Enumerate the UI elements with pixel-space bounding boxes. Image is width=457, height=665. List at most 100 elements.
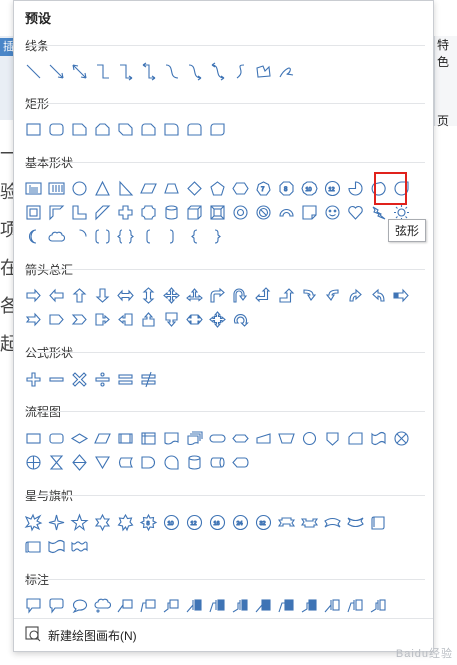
shape-pie-icon[interactable] xyxy=(345,178,365,198)
shape-star-7-point-icon[interactable] xyxy=(115,512,135,532)
shape-line-callout-1-accent-bar-icon[interactable] xyxy=(184,595,204,615)
shape-striped-right-arrow-icon[interactable] xyxy=(391,285,411,305)
shape-left-right-arrow-icon[interactable] xyxy=(115,285,135,305)
shape-arc-icon[interactable] xyxy=(69,226,89,246)
shape-snip-same-side-rectangle-icon[interactable] xyxy=(92,119,112,139)
shape-bevel-icon[interactable] xyxy=(207,202,227,222)
shape-double-brace-icon[interactable] xyxy=(115,226,135,246)
shape-curved-up-arrow-icon[interactable] xyxy=(345,285,365,305)
shape-rectangle-icon[interactable] xyxy=(23,119,43,139)
shape-flowchart-summing-junction-icon[interactable] xyxy=(391,428,411,448)
shape-left-arrow-callout-icon[interactable] xyxy=(115,309,135,329)
shape-triangle-icon[interactable] xyxy=(92,178,112,198)
shape-flowchart-extract-icon[interactable] xyxy=(92,452,112,472)
shape-smiley-face-icon[interactable] xyxy=(322,202,342,222)
shape-right-arrow-callout-icon[interactable] xyxy=(92,309,112,329)
shape-left-bracket-icon[interactable] xyxy=(138,226,158,246)
shape-plus-icon[interactable] xyxy=(23,369,43,389)
shape-explosion-1-icon[interactable] xyxy=(23,512,43,532)
shape-flowchart-sequential-access-storage-icon[interactable] xyxy=(161,452,181,472)
shape-left-brace-icon[interactable] xyxy=(184,226,204,246)
shape-flowchart-or-icon[interactable] xyxy=(23,452,43,472)
shape-horizontal-scroll-icon[interactable] xyxy=(23,536,43,556)
shape-right-triangle-icon[interactable] xyxy=(115,178,135,198)
shape-ribbon-up-icon[interactable] xyxy=(276,512,296,532)
shape-notched-right-arrow-icon[interactable] xyxy=(23,309,43,329)
shape-cube-icon[interactable] xyxy=(184,202,204,222)
shape-line-callout-1-no-border-icon[interactable] xyxy=(253,595,273,615)
shape-vertical-text-box-icon[interactable] xyxy=(46,178,66,198)
shape-trapezoid-icon[interactable] xyxy=(161,178,181,198)
shape-flowchart-off-page-connector-icon[interactable] xyxy=(322,428,342,448)
shape-star-24-point-icon[interactable]: 24 xyxy=(230,512,250,532)
shape-folded-corner-icon[interactable] xyxy=(299,202,319,222)
shape-flowchart-connector-icon[interactable] xyxy=(299,428,319,448)
shape-frame-icon[interactable] xyxy=(23,202,43,222)
shape-star-12-point-icon[interactable]: 12 xyxy=(184,512,204,532)
shape-flowchart-sort-icon[interactable] xyxy=(69,452,89,472)
shape-left-right-up-arrow-icon[interactable] xyxy=(184,285,204,305)
shape-flowchart-delay-icon[interactable] xyxy=(138,452,158,472)
shape-plaque-icon[interactable] xyxy=(138,202,158,222)
shape-arrow-line-icon[interactable] xyxy=(46,61,66,81)
shape-line-callout-3-border-accent-icon[interactable] xyxy=(368,595,388,615)
shape-rounded-rectangle-icon[interactable] xyxy=(46,119,66,139)
shape-flowchart-manual-input-icon[interactable] xyxy=(253,428,273,448)
shape-curved-arrow-connector-icon[interactable] xyxy=(184,61,204,81)
shape-round-single-corner-rectangle-icon[interactable] xyxy=(161,119,181,139)
shape-snip-diagonal-rectangle-icon[interactable] xyxy=(115,119,135,139)
shape-curved-double-arrow-connector-icon[interactable] xyxy=(207,61,227,81)
shape-up-arrow-callout-icon[interactable] xyxy=(138,309,158,329)
shape-ribbon-down-icon[interactable] xyxy=(299,512,319,532)
shape-flowchart-direct-access-storage-icon[interactable] xyxy=(207,452,227,472)
shape-cloud-callout-icon[interactable] xyxy=(92,595,112,615)
shape-multiply-icon[interactable] xyxy=(69,369,89,389)
shape-flowchart-internal-storage-icon[interactable] xyxy=(138,428,158,448)
shape-pentagon-arrow-icon[interactable] xyxy=(46,309,66,329)
shape-curved-connector-icon[interactable] xyxy=(161,61,181,81)
shape-line-callout-2-accent-bar-icon[interactable] xyxy=(207,595,227,615)
shape-rounded-rectangular-callout-icon[interactable] xyxy=(46,595,66,615)
shape-diamond-icon[interactable] xyxy=(184,178,204,198)
shape-flowchart-process-icon[interactable] xyxy=(23,428,43,448)
shape-line-callout-3-no-border-icon[interactable] xyxy=(299,595,319,615)
shape-round-diagonal-rectangle-icon[interactable] xyxy=(207,119,227,139)
shape-dodecagon-icon[interactable]: 12 xyxy=(322,178,342,198)
shape-line-icon[interactable] xyxy=(23,61,43,81)
shape-can-icon[interactable] xyxy=(161,202,181,222)
shape-right-arrow-icon[interactable] xyxy=(23,285,43,305)
shape-heart-icon[interactable] xyxy=(345,202,365,222)
shape-star-5-point-icon[interactable] xyxy=(69,512,89,532)
shape-down-arrow-callout-icon[interactable] xyxy=(161,309,181,329)
shape-left-right-arrow-callout-icon[interactable] xyxy=(184,309,204,329)
shape-right-brace-icon[interactable] xyxy=(207,226,227,246)
shape-pentagon-icon[interactable] xyxy=(207,178,227,198)
shape-lightning-bolt-icon[interactable] xyxy=(368,202,388,222)
shape-flowchart-predefined-process-icon[interactable] xyxy=(115,428,135,448)
shape-double-bracket-icon[interactable] xyxy=(92,226,112,246)
shape-star-32-point-icon[interactable]: 32 xyxy=(253,512,273,532)
shape-rectangular-callout-icon[interactable] xyxy=(23,595,43,615)
shape-cloud-icon[interactable] xyxy=(46,226,66,246)
shape-moon-icon[interactable] xyxy=(23,226,43,246)
shape-round-same-side-rectangle-icon[interactable] xyxy=(184,119,204,139)
shape-star-10-point-icon[interactable]: 10 xyxy=(161,512,181,532)
shape-star-8-point-icon[interactable]: 8 xyxy=(138,512,158,532)
shape-flowchart-terminator-icon[interactable] xyxy=(207,428,227,448)
shape-line-callout-3-accent-bar-icon[interactable] xyxy=(230,595,250,615)
shape-diagonal-stripe-icon[interactable] xyxy=(92,202,112,222)
shape-wave-icon[interactable] xyxy=(46,536,66,556)
shape-elbow-connector-icon[interactable] xyxy=(92,61,112,81)
shape-u-turn-arrow-icon[interactable] xyxy=(230,285,250,305)
shape-bent-arrow-icon[interactable] xyxy=(207,285,227,305)
shape-flowchart-data-icon[interactable] xyxy=(92,428,112,448)
shape-curved-ribbon-down-icon[interactable] xyxy=(345,512,365,532)
shape-line-callout-1-border-accent-icon[interactable] xyxy=(322,595,342,615)
shape-freeform-icon[interactable] xyxy=(253,61,273,81)
shape-up-down-arrow-icon[interactable] xyxy=(138,285,158,305)
shape-oval-callout-icon[interactable] xyxy=(69,595,89,615)
shape-flowchart-card-icon[interactable] xyxy=(345,428,365,448)
shape-octagon-icon[interactable]: 8 xyxy=(276,178,296,198)
shape-line-callout-1-icon[interactable] xyxy=(115,595,135,615)
shape-half-frame-icon[interactable] xyxy=(46,202,66,222)
